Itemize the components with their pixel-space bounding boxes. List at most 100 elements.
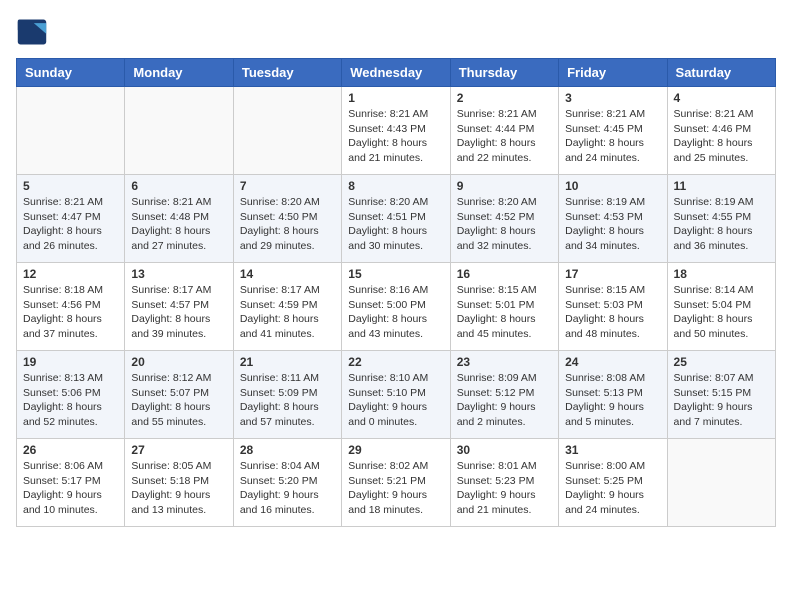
calendar-cell: 3 Sunrise: 8:21 AM Sunset: 4:45 PM Daylig… bbox=[559, 87, 667, 175]
day-info: Sunrise: 8:16 AM Sunset: 5:00 PM Dayligh… bbox=[348, 283, 443, 342]
day-number: 6 bbox=[131, 179, 226, 193]
day-number: 19 bbox=[23, 355, 118, 369]
calendar-cell: 1 Sunrise: 8:21 AM Sunset: 4:43 PM Daylig… bbox=[342, 87, 450, 175]
calendar-cell: 18Sunrise: 8:14 AM Sunset: 5:04 PM Dayli… bbox=[667, 263, 775, 351]
logo bbox=[16, 16, 52, 48]
calendar-cell: 11 Sunrise: 8:19 AM Sunset: 4:55 PM Dayli… bbox=[667, 175, 775, 263]
calendar-cell: 17 Sunrise: 8:15 AM Sunset: 5:03 PM Dayli… bbox=[559, 263, 667, 351]
day-info: Sunrise: 8:04 AM Sunset: 5:20 PM Dayligh… bbox=[240, 459, 335, 518]
calendar-cell: 26 Sunrise: 8:06 AM Sunset: 5:17 PM Dayli… bbox=[17, 439, 125, 527]
calendar-week-row: 19 Sunrise: 8:13 AM Sunset: 5:06 PM Dayli… bbox=[17, 351, 776, 439]
day-number: 11 bbox=[674, 179, 769, 193]
day-number: 18 bbox=[674, 267, 769, 281]
calendar-week-row: 1 Sunrise: 8:21 AM Sunset: 4:43 PM Daylig… bbox=[17, 87, 776, 175]
day-number: 9 bbox=[457, 179, 552, 193]
day-info: Sunrise: 8:18 AM Sunset: 4:56 PM Dayligh… bbox=[23, 283, 118, 342]
day-number: 29 bbox=[348, 443, 443, 457]
day-info: Sunrise: 8:17 AM Sunset: 4:59 PM Dayligh… bbox=[240, 283, 335, 342]
calendar-table: SundayMondayTuesdayWednesdayThursdayFrid… bbox=[16, 58, 776, 527]
day-header-friday: Friday bbox=[559, 59, 667, 87]
day-number: 14 bbox=[240, 267, 335, 281]
day-number: 17 bbox=[565, 267, 660, 281]
day-number: 13 bbox=[131, 267, 226, 281]
logo-icon bbox=[16, 16, 48, 48]
day-info: Sunrise: 8:05 AM Sunset: 5:18 PM Dayligh… bbox=[131, 459, 226, 518]
calendar-week-row: 5 Sunrise: 8:21 AM Sunset: 4:47 PM Daylig… bbox=[17, 175, 776, 263]
calendar-cell: 28 Sunrise: 8:04 AM Sunset: 5:20 PM Dayli… bbox=[233, 439, 341, 527]
calendar-cell: 9Sunrise: 8:20 AM Sunset: 4:52 PM Daylig… bbox=[450, 175, 558, 263]
calendar-cell: 21 Sunrise: 8:11 AM Sunset: 5:09 PM Dayli… bbox=[233, 351, 341, 439]
day-number: 26 bbox=[23, 443, 118, 457]
day-info: Sunrise: 8:06 AM Sunset: 5:17 PM Dayligh… bbox=[23, 459, 118, 518]
calendar-cell: 7 Sunrise: 8:20 AM Sunset: 4:50 PM Daylig… bbox=[233, 175, 341, 263]
day-info: Sunrise: 8:21 AM Sunset: 4:43 PM Dayligh… bbox=[348, 107, 443, 166]
calendar-cell: 6 Sunrise: 8:21 AM Sunset: 4:48 PM Daylig… bbox=[125, 175, 233, 263]
day-info: Sunrise: 8:09 AM Sunset: 5:12 PM Dayligh… bbox=[457, 371, 552, 430]
day-info: Sunrise: 8:11 AM Sunset: 5:09 PM Dayligh… bbox=[240, 371, 335, 430]
calendar-cell: 30 Sunrise: 8:01 AM Sunset: 5:23 PM Dayli… bbox=[450, 439, 558, 527]
day-number: 3 bbox=[565, 91, 660, 105]
day-number: 28 bbox=[240, 443, 335, 457]
calendar-cell: 19 Sunrise: 8:13 AM Sunset: 5:06 PM Dayli… bbox=[17, 351, 125, 439]
day-info: Sunrise: 8:21 AM Sunset: 4:47 PM Dayligh… bbox=[23, 195, 118, 254]
day-info: Sunrise: 8:21 AM Sunset: 4:45 PM Dayligh… bbox=[565, 107, 660, 166]
calendar-cell: 29 Sunrise: 8:02 AM Sunset: 5:21 PM Dayli… bbox=[342, 439, 450, 527]
day-info: Sunrise: 8:15 AM Sunset: 5:01 PM Dayligh… bbox=[457, 283, 552, 342]
day-info: Sunrise: 8:17 AM Sunset: 4:57 PM Dayligh… bbox=[131, 283, 226, 342]
day-info: Sunrise: 8:10 AM Sunset: 5:10 PM Dayligh… bbox=[348, 371, 443, 430]
calendar-cell bbox=[667, 439, 775, 527]
day-number: 25 bbox=[674, 355, 769, 369]
day-info: Sunrise: 8:02 AM Sunset: 5:21 PM Dayligh… bbox=[348, 459, 443, 518]
day-info: Sunrise: 8:15 AM Sunset: 5:03 PM Dayligh… bbox=[565, 283, 660, 342]
day-number: 5 bbox=[23, 179, 118, 193]
calendar-cell: 22 Sunrise: 8:10 AM Sunset: 5:10 PM Dayli… bbox=[342, 351, 450, 439]
calendar-cell bbox=[17, 87, 125, 175]
day-number: 31 bbox=[565, 443, 660, 457]
calendar-cell: 23 Sunrise: 8:09 AM Sunset: 5:12 PM Dayli… bbox=[450, 351, 558, 439]
day-header-saturday: Saturday bbox=[667, 59, 775, 87]
day-header-wednesday: Wednesday bbox=[342, 59, 450, 87]
day-info: Sunrise: 8:21 AM Sunset: 4:48 PM Dayligh… bbox=[131, 195, 226, 254]
calendar-cell: 24Sunrise: 8:08 AM Sunset: 5:13 PM Dayli… bbox=[559, 351, 667, 439]
calendar-cell: 27 Sunrise: 8:05 AM Sunset: 5:18 PM Dayli… bbox=[125, 439, 233, 527]
day-info: Sunrise: 8:21 AM Sunset: 4:46 PM Dayligh… bbox=[674, 107, 769, 166]
calendar-week-row: 12 Sunrise: 8:18 AM Sunset: 4:56 PM Dayli… bbox=[17, 263, 776, 351]
day-number: 8 bbox=[348, 179, 443, 193]
day-info: Sunrise: 8:20 AM Sunset: 4:51 PM Dayligh… bbox=[348, 195, 443, 254]
day-number: 7 bbox=[240, 179, 335, 193]
calendar-cell: 12 Sunrise: 8:18 AM Sunset: 4:56 PM Dayli… bbox=[17, 263, 125, 351]
calendar-header-row: SundayMondayTuesdayWednesdayThursdayFrid… bbox=[17, 59, 776, 87]
day-number: 23 bbox=[457, 355, 552, 369]
calendar-cell: 16Sunrise: 8:15 AM Sunset: 5:01 PM Dayli… bbox=[450, 263, 558, 351]
day-number: 12 bbox=[23, 267, 118, 281]
calendar-cell: 31 Sunrise: 8:00 AM Sunset: 5:25 PM Dayli… bbox=[559, 439, 667, 527]
day-info: Sunrise: 8:20 AM Sunset: 4:50 PM Dayligh… bbox=[240, 195, 335, 254]
day-info: Sunrise: 8:07 AM Sunset: 5:15 PM Dayligh… bbox=[674, 371, 769, 430]
calendar-week-row: 26 Sunrise: 8:06 AM Sunset: 5:17 PM Dayli… bbox=[17, 439, 776, 527]
day-info: Sunrise: 8:00 AM Sunset: 5:25 PM Dayligh… bbox=[565, 459, 660, 518]
calendar-cell bbox=[125, 87, 233, 175]
day-info: Sunrise: 8:13 AM Sunset: 5:06 PM Dayligh… bbox=[23, 371, 118, 430]
day-number: 15 bbox=[348, 267, 443, 281]
day-number: 2 bbox=[457, 91, 552, 105]
day-info: Sunrise: 8:01 AM Sunset: 5:23 PM Dayligh… bbox=[457, 459, 552, 518]
day-header-tuesday: Tuesday bbox=[233, 59, 341, 87]
day-number: 22 bbox=[348, 355, 443, 369]
day-header-thursday: Thursday bbox=[450, 59, 558, 87]
calendar-cell: 15 Sunrise: 8:16 AM Sunset: 5:00 PM Dayli… bbox=[342, 263, 450, 351]
calendar-cell: 13 Sunrise: 8:17 AM Sunset: 4:57 PM Dayli… bbox=[125, 263, 233, 351]
calendar-cell: 25 Sunrise: 8:07 AM Sunset: 5:15 PM Dayli… bbox=[667, 351, 775, 439]
day-number: 4 bbox=[674, 91, 769, 105]
day-number: 1 bbox=[348, 91, 443, 105]
day-header-monday: Monday bbox=[125, 59, 233, 87]
day-header-sunday: Sunday bbox=[17, 59, 125, 87]
day-number: 21 bbox=[240, 355, 335, 369]
day-number: 27 bbox=[131, 443, 226, 457]
calendar-cell: 4 Sunrise: 8:21 AM Sunset: 4:46 PM Daylig… bbox=[667, 87, 775, 175]
day-info: Sunrise: 8:21 AM Sunset: 4:44 PM Dayligh… bbox=[457, 107, 552, 166]
calendar-cell: 14 Sunrise: 8:17 AM Sunset: 4:59 PM Dayli… bbox=[233, 263, 341, 351]
day-number: 30 bbox=[457, 443, 552, 457]
day-number: 20 bbox=[131, 355, 226, 369]
page-header bbox=[16, 16, 776, 48]
day-info: Sunrise: 8:19 AM Sunset: 4:55 PM Dayligh… bbox=[674, 195, 769, 254]
